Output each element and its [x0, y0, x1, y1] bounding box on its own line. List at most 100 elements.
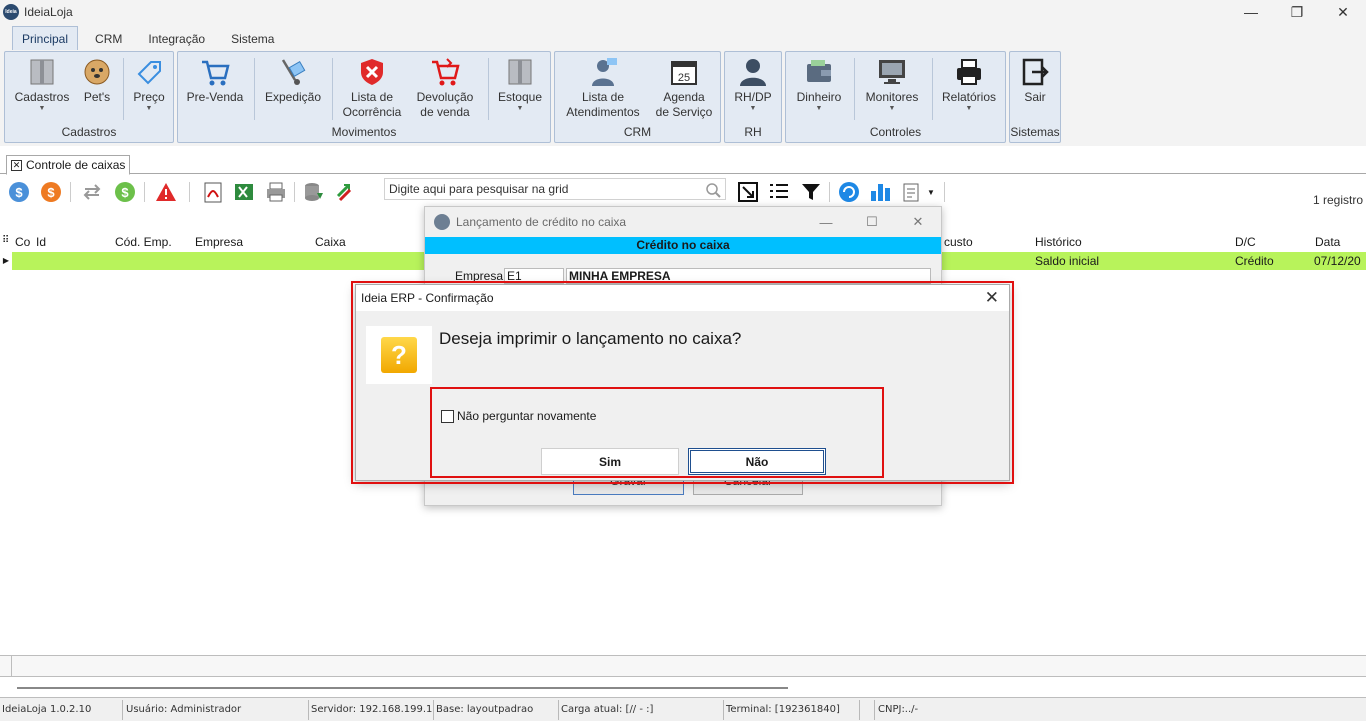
dollar-blue-icon[interactable]: $ — [7, 180, 31, 204]
grid-header-custo[interactable]: custo — [944, 235, 973, 249]
rh-dp-label: RH/DP — [734, 90, 772, 104]
search-icon — [705, 182, 721, 201]
footer-divider — [11, 656, 12, 676]
lista-ocorrencia-button[interactable]: Lista de Ocorrência — [340, 56, 404, 126]
agenda-servico-button[interactable]: 25 Agenda de Serviço — [651, 56, 717, 126]
sair-button[interactable]: Sair — [1016, 56, 1054, 126]
relatorios-button[interactable]: Relatórios ▼ — [938, 56, 1000, 126]
app-logo: Ideia — [3, 4, 19, 20]
ribbon-tabs: Principal CRM Integração Sistema — [0, 24, 1366, 50]
tab-integracao[interactable]: Integração — [139, 27, 214, 50]
list-options-icon[interactable] — [767, 180, 791, 204]
refresh-arrows-icon[interactable] — [332, 180, 356, 204]
preco-label: Preço — [133, 90, 165, 104]
close-tab-icon[interactable]: ✕ — [11, 159, 22, 171]
close-button[interactable]: ✕ — [1320, 0, 1366, 24]
preco-button[interactable]: Preço ▼ — [129, 56, 169, 126]
close-button[interactable]: ✕ — [895, 207, 941, 237]
tab-sistema[interactable]: Sistema — [222, 27, 283, 50]
status-cnpj: CNPJ:../- — [878, 704, 919, 715]
cancelar-button[interactable]: Cancelar — [693, 481, 803, 495]
filter-icon[interactable] — [799, 180, 823, 204]
status-separator — [558, 700, 559, 720]
excel-icon[interactable] — [232, 180, 256, 204]
grid-header-historico[interactable]: Histórico — [1035, 235, 1082, 249]
monitores-button[interactable]: Monitores ▼ — [860, 56, 924, 126]
yes-button[interactable]: Sim — [541, 448, 679, 475]
confirmation-dialog: Ideia ERP - Confirmação ✕ ? Deseja impri… — [355, 284, 1010, 481]
tab-crm[interactable]: CRM — [86, 27, 131, 50]
minimize-button[interactable]: — — [803, 207, 849, 237]
report-icon[interactable] — [900, 180, 924, 204]
bar-chart-icon[interactable] — [868, 180, 892, 204]
grid-header-cod-emp[interactable]: Cód. Emp. — [115, 235, 172, 249]
ribbon-separator — [932, 58, 933, 120]
status-user: Usuário: Administrador — [126, 704, 242, 715]
checkbox-box[interactable] — [441, 409, 454, 423]
grid-header-data[interactable]: Data — [1315, 235, 1340, 249]
tab-principal[interactable]: Principal — [12, 26, 79, 50]
expedicao-button[interactable]: Expedição — [262, 56, 324, 126]
status-version: IdeiaLoja 1.0.2.10 — [2, 704, 92, 715]
credit-banner: Crédito no caixa — [425, 237, 941, 254]
pre-venda-button[interactable]: Pre-Venda — [184, 56, 246, 126]
group-label-rh: RH — [744, 125, 762, 139]
chevron-down-icon[interactable]: ▼ — [924, 180, 938, 204]
ribbon-separator — [332, 58, 333, 120]
dinheiro-button[interactable]: Dinheiro ▼ — [792, 56, 846, 126]
lista-atendimentos-button[interactable]: Lista de Atendimentos — [561, 56, 645, 126]
grid-search-input[interactable]: Digite aqui para pesquisar na grid — [384, 178, 726, 200]
devolucao-label-2: de venda — [420, 105, 470, 119]
agenda-servico-label-2: de Serviço — [655, 105, 713, 119]
expand-icon[interactable] — [736, 180, 760, 204]
maximize-button[interactable]: ☐ — [849, 207, 895, 237]
lista-atendimentos-label-2: Atendimentos — [566, 105, 640, 119]
pdf-icon[interactable] — [201, 180, 225, 204]
print-icon[interactable] — [264, 180, 288, 204]
chevron-down-icon: ▼ — [965, 105, 973, 112]
ribbon-group-sistemas: Sair Sistemas — [1009, 51, 1061, 143]
no-button[interactable]: Não — [688, 448, 826, 475]
minimize-button[interactable]: — — [1228, 0, 1274, 24]
dont-ask-again-checkbox[interactable]: Não perguntar novamente — [441, 409, 596, 423]
pets-button[interactable]: Pet's — [79, 56, 115, 126]
close-icon[interactable]: ✕ — [985, 288, 999, 308]
restore-button[interactable]: ❐ — [1274, 0, 1320, 24]
question-icon: ? — [381, 337, 417, 373]
grid-header-caixa[interactable]: Caixa — [315, 235, 346, 249]
grid-header-empresa[interactable]: Empresa — [195, 235, 243, 249]
group-label-crm: CRM — [623, 125, 652, 139]
cell-historico: Saldo inicial — [1035, 254, 1100, 268]
database-export-icon[interactable] — [302, 180, 326, 204]
refresh-icon[interactable] — [837, 180, 861, 204]
chevron-down-icon: ▼ — [815, 105, 823, 112]
column-chooser-icon[interactable]: ⠿ — [2, 235, 9, 246]
cadastros-button[interactable]: Cadastros ▼ — [13, 56, 71, 126]
warning-icon[interactable] — [154, 180, 178, 204]
status-separator — [433, 700, 434, 720]
dollar-green-icon[interactable]: $ — [113, 180, 137, 204]
empresa-code-field[interactable]: E1 — [504, 268, 564, 284]
transfer-icon[interactable] — [80, 180, 104, 204]
dog-icon — [81, 56, 113, 88]
rh-dp-button[interactable]: RH/DP ▼ — [731, 56, 775, 126]
status-separator — [874, 700, 875, 720]
dollar-orange-icon[interactable]: $ — [39, 180, 63, 204]
devolucao-button[interactable]: Devolução de venda — [412, 56, 478, 126]
confirmation-message: Deseja imprimir o lançamento no caixa? — [439, 329, 742, 348]
wallet-icon — [803, 56, 835, 88]
group-label-controles: Controles — [869, 125, 922, 139]
support-agent-icon — [587, 56, 619, 88]
grid-header-id[interactable]: Id — [36, 235, 46, 249]
grid-header-co[interactable]: Co — [15, 235, 30, 249]
window-title: IdeiaLoja — [24, 5, 73, 19]
estoque-button[interactable]: Estoque ▼ — [494, 56, 546, 126]
svg-text:$: $ — [15, 185, 23, 200]
gravar-button[interactable]: Gravar — [573, 481, 684, 495]
grid-header-dc[interactable]: D/C — [1235, 235, 1256, 249]
tab-controle-de-caixas[interactable]: ✕ Controle de caixas — [6, 155, 131, 175]
shield-x-icon — [356, 56, 388, 88]
estoque-label: Estoque — [497, 90, 543, 104]
horizontal-scrollbar[interactable] — [17, 687, 788, 689]
svg-text:$: $ — [121, 185, 129, 200]
